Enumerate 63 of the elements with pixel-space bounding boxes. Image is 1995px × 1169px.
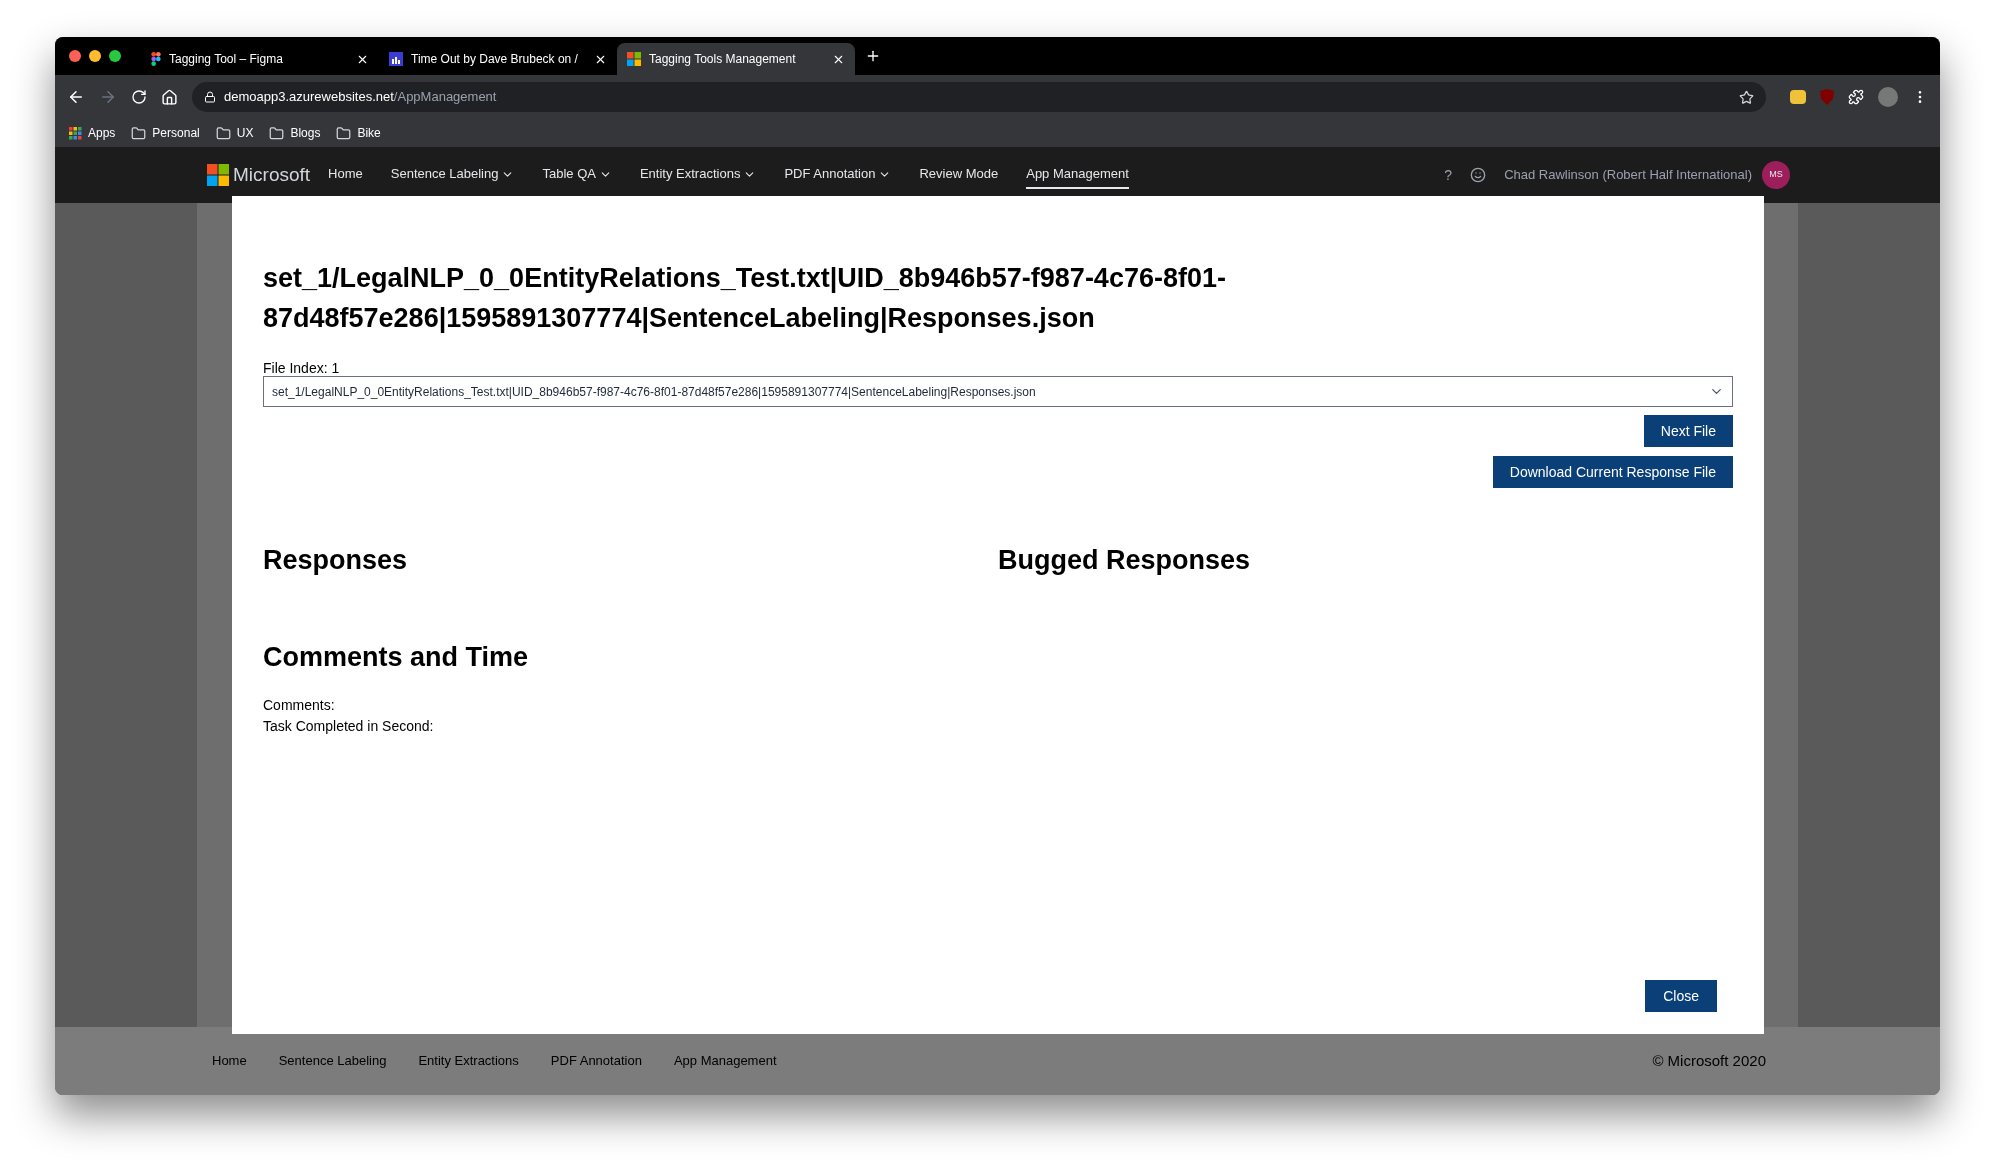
tab-title: Time Out by Dave Brubeck on / bbox=[411, 51, 579, 68]
comments-heading: Comments and Time bbox=[263, 640, 530, 674]
footer-link[interactable]: App Management bbox=[673, 1051, 777, 1071]
bookmark-item[interactable]: Apps bbox=[69, 124, 116, 142]
brand-name[interactable]: Microsoft bbox=[233, 160, 311, 190]
folder-icon bbox=[131, 125, 147, 141]
nav-link[interactable]: Table QA bbox=[542, 161, 612, 189]
close-window-button[interactable] bbox=[69, 50, 81, 62]
folder-icon bbox=[336, 125, 352, 141]
footer-link[interactable]: Home bbox=[212, 1051, 247, 1071]
profile-avatar[interactable] bbox=[1878, 87, 1898, 107]
apps-grid-icon bbox=[69, 126, 82, 140]
tab-title: Tagging Tool – Figma bbox=[169, 51, 284, 68]
help-link[interactable]: ? bbox=[1444, 164, 1453, 186]
bookmark-item[interactable]: Blogs bbox=[269, 124, 321, 142]
bookmark-item[interactable]: Bike bbox=[336, 124, 381, 142]
minimize-window-button[interactable] bbox=[89, 50, 101, 62]
equalizer-icon bbox=[389, 52, 403, 66]
forward-icon[interactable] bbox=[99, 88, 117, 106]
back-icon[interactable] bbox=[67, 88, 85, 106]
microsoft-logo-icon bbox=[207, 164, 229, 186]
nav-link[interactable]: Sentence Labeling bbox=[390, 161, 515, 189]
file-index-label: File Index: 1 bbox=[263, 360, 341, 376]
smiley-icon[interactable] bbox=[1470, 167, 1487, 183]
bookmark-item[interactable]: UX bbox=[215, 124, 254, 142]
folder-icon bbox=[269, 125, 285, 141]
url-domain: demoapp3.azurewebsites.net bbox=[224, 88, 394, 107]
download-button[interactable]: Download Current Response File bbox=[1492, 456, 1733, 488]
user-name: Chad Rawlinson (Robert Half International) bbox=[1504, 166, 1752, 185]
tab-title: Tagging Tools Management bbox=[649, 51, 797, 68]
close-button[interactable]: Close bbox=[1645, 980, 1717, 1012]
field-label: Task Completed in Second: bbox=[263, 717, 435, 736]
next-file-button[interactable]: Next File bbox=[1643, 415, 1733, 447]
nav-link[interactable]: PDF Annotation bbox=[784, 161, 892, 189]
nav-link[interactable]: Review Mode bbox=[919, 161, 999, 189]
footer-link[interactable]: Sentence Labeling bbox=[278, 1051, 387, 1071]
field-label: Comments: bbox=[263, 696, 336, 715]
address-field[interactable]: demoapp3.azurewebsites.net/AppManagement bbox=[192, 82, 1766, 112]
password-extension-icon[interactable] bbox=[1790, 90, 1806, 104]
url-path: /AppManagement bbox=[393, 88, 497, 107]
extensions-icon[interactable] bbox=[1848, 89, 1864, 105]
folder-icon bbox=[215, 125, 231, 141]
copyright: © Microsoft 2020 bbox=[1652, 1050, 1766, 1071]
figma-logo-icon bbox=[151, 52, 161, 66]
file-select[interactable]: set_1/LegalNLP_0_0EntityRelations_Test.txt|UID_8b946b57-f987-4c76-8f01-87d48f57e286|1595891307774|SentenceLabeling|Responses.json bbox=[263, 376, 1733, 407]
lock-icon bbox=[204, 91, 216, 103]
footer-link[interactable]: Entity Extractions bbox=[418, 1051, 519, 1071]
nav-link[interactable]: App Management bbox=[1026, 161, 1129, 189]
bookmark-star-icon[interactable] bbox=[1739, 89, 1754, 105]
responses-heading: Responses bbox=[263, 544, 409, 577]
footer-link[interactable]: PDF Annotation bbox=[550, 1051, 642, 1071]
bugged-responses-heading: Bugged Responses bbox=[998, 544, 1252, 577]
user-avatar[interactable]: MS bbox=[1762, 161, 1790, 189]
new-tab-icon[interactable] bbox=[865, 48, 881, 64]
nav-link[interactable]: Entity Extractions bbox=[639, 161, 757, 189]
maximize-window-button[interactable] bbox=[109, 50, 121, 62]
nav-link[interactable]: Home bbox=[328, 161, 363, 189]
home-icon[interactable] bbox=[161, 88, 178, 106]
dialog-title: set_1/LegalNLP_0_0EntityRelations_Test.txt|UID_8b946b57-f987-4c76-8f01-87d48f57e286|1595891307774|SentenceLabeling|Responses.json bbox=[263, 262, 1227, 335]
browser-tab[interactable]: Tagging Tools Management bbox=[617, 43, 855, 75]
microsoft-logo-icon bbox=[627, 52, 641, 66]
bookmark-item[interactable]: Personal bbox=[131, 124, 200, 142]
reload-icon[interactable] bbox=[131, 89, 147, 105]
